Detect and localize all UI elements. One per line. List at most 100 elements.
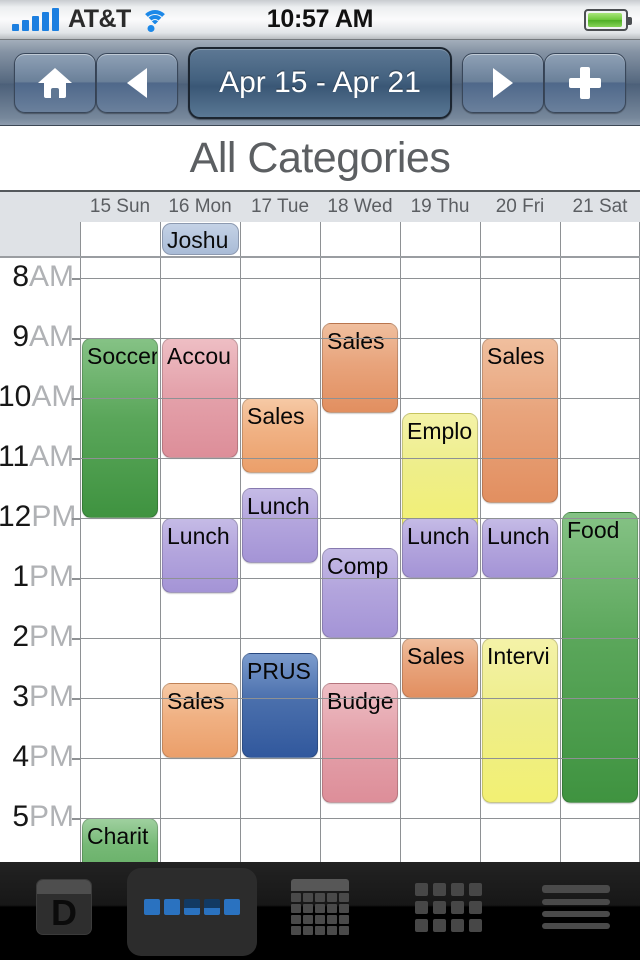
all-day-cell-5[interactable] xyxy=(480,222,560,256)
hour-gridline xyxy=(80,758,640,759)
day-header-1[interactable]: 16 Mon xyxy=(160,192,240,222)
calendar-event[interactable]: Sales xyxy=(162,683,238,758)
tab-month-view[interactable] xyxy=(256,862,384,960)
all-day-event[interactable]: Joshu xyxy=(162,223,239,255)
hour-label-3PM: 3PM xyxy=(0,682,74,712)
week-view-icon xyxy=(144,899,240,915)
hour-meridiem: PM xyxy=(29,680,74,713)
hour-label-4PM: 4PM xyxy=(0,742,74,772)
category-title-bar[interactable]: All Categories xyxy=(0,126,640,192)
hour-number: 4 xyxy=(12,740,29,773)
day-header-4[interactable]: 19 Thu xyxy=(400,192,480,222)
hour-meridiem: PM xyxy=(29,620,74,653)
all-day-cell-4[interactable] xyxy=(400,222,480,256)
calendar-event[interactable]: Sales xyxy=(402,638,478,698)
calendar-event[interactable]: Emplo xyxy=(402,413,478,533)
hour-number: 1 xyxy=(12,560,29,593)
calendar-event[interactable]: Sales xyxy=(242,398,318,473)
day-header-3[interactable]: 18 Wed xyxy=(320,192,400,222)
day-header-gutter xyxy=(0,192,80,222)
hour-label-10AM: 10AM xyxy=(0,380,77,413)
calendar-event[interactable]: PRUS xyxy=(242,653,318,758)
all-day-cell-6[interactable] xyxy=(560,222,640,256)
calendar-event[interactable]: Charit xyxy=(82,818,158,862)
hour-tick xyxy=(72,398,80,400)
hour-gridline xyxy=(80,398,640,399)
hour-meridiem: PM xyxy=(29,560,74,593)
hour-number: 3 xyxy=(12,680,29,713)
hour-label-2PM: 2PM xyxy=(0,622,74,652)
status-bar: AT&T 10:57 AM xyxy=(0,0,640,40)
all-day-cell-1[interactable]: Joshu xyxy=(160,222,240,256)
hour-gridline xyxy=(80,638,640,639)
tab-week-view[interactable] xyxy=(127,862,257,960)
list-view-icon xyxy=(542,885,610,929)
hour-label-1PM: 1PM xyxy=(0,562,74,592)
tab-day-view[interactable]: D xyxy=(0,862,128,960)
day-view-icon: D xyxy=(36,879,92,935)
tab-list-view[interactable] xyxy=(512,862,640,960)
month-view-icon xyxy=(291,879,349,935)
home-icon xyxy=(38,67,72,98)
hour-tick xyxy=(72,758,80,760)
previous-week-button[interactable] xyxy=(96,52,178,113)
prev-arrow-icon xyxy=(127,67,147,98)
view-tab-bar: D xyxy=(0,862,640,960)
calendar-event[interactable]: Lunch xyxy=(162,518,238,593)
all-day-row: Joshu xyxy=(0,222,640,258)
calendar-event[interactable]: Sales xyxy=(322,323,398,413)
hour-gridline xyxy=(80,278,640,279)
hour-meridiem: AM xyxy=(29,440,75,473)
navigation-toolbar: Apr 15 - Apr 21 xyxy=(0,40,640,126)
tab-grid-view[interactable] xyxy=(384,862,512,960)
hour-label-11AM: 11AM xyxy=(0,442,74,472)
calendar-event[interactable]: Food xyxy=(562,512,638,803)
hour-meridiem: PM xyxy=(29,740,74,773)
hour-number: 11 xyxy=(0,440,30,473)
next-arrow-icon xyxy=(493,67,513,98)
add-event-button[interactable] xyxy=(544,52,626,113)
hour-number: 5 xyxy=(12,800,29,833)
calendar-event[interactable]: Lunch xyxy=(482,518,558,578)
calendar-event[interactable]: Lunch xyxy=(242,488,318,563)
date-range-button[interactable]: Apr 15 - Apr 21 xyxy=(188,46,452,119)
grid-view-icon xyxy=(414,882,482,932)
all-day-cell-2[interactable] xyxy=(240,222,320,256)
day-view-icon-letter: D xyxy=(51,892,77,933)
day-header-6[interactable]: 21 Sat xyxy=(560,192,640,222)
hour-gridline xyxy=(80,338,640,339)
hour-tick xyxy=(72,638,80,640)
plus-icon xyxy=(569,66,601,99)
all-day-gutter xyxy=(0,222,80,256)
day-header-2[interactable]: 17 Tue xyxy=(240,192,320,222)
calendar-event[interactable]: Budge xyxy=(322,683,398,803)
hour-number: 8 xyxy=(12,260,29,293)
all-day-cell-3[interactable] xyxy=(320,222,400,256)
next-week-button[interactable] xyxy=(462,52,544,113)
hour-label-9AM: 9AM xyxy=(0,322,74,352)
battery-icon xyxy=(584,8,632,31)
day-header-5[interactable]: 20 Fri xyxy=(480,192,560,222)
hour-meridiem: AM xyxy=(29,320,74,353)
hour-gridline xyxy=(80,458,640,459)
day-columns: Soccer Charit Accou Lunch Sales Sales Lunch PRU… xyxy=(80,258,640,862)
hour-tick xyxy=(72,338,80,340)
hour-tick xyxy=(72,278,80,280)
calendar-event[interactable]: Intervi xyxy=(482,638,558,803)
hour-label-8AM: 8AM xyxy=(0,262,74,292)
week-grid[interactable]: 8AM 9AM 10AM 11AM 12PM 1PM 2PM 3PM 4PM 5PM Soccer… xyxy=(0,258,640,862)
all-day-cell-0[interactable] xyxy=(80,222,160,256)
hour-gridline xyxy=(80,698,640,699)
hour-meridiem: AM xyxy=(31,380,77,413)
hour-meridiem: PM xyxy=(29,800,74,833)
hour-gridline xyxy=(80,578,640,579)
day-header-row: 15 Sun 16 Mon 17 Tue 18 Wed 19 Thu 20 Fri 21 S… xyxy=(0,192,640,222)
calendar-event[interactable]: Comp xyxy=(322,548,398,638)
calendar-event[interactable]: Sales xyxy=(482,338,558,503)
calendar-event[interactable]: Lunch xyxy=(402,518,478,578)
hour-number: 10 xyxy=(0,380,32,413)
calendar-event[interactable]: Soccer xyxy=(82,338,158,518)
day-header-0[interactable]: 15 Sun xyxy=(80,192,160,222)
hour-meridiem: AM xyxy=(29,260,74,293)
home-button[interactable] xyxy=(14,52,96,113)
